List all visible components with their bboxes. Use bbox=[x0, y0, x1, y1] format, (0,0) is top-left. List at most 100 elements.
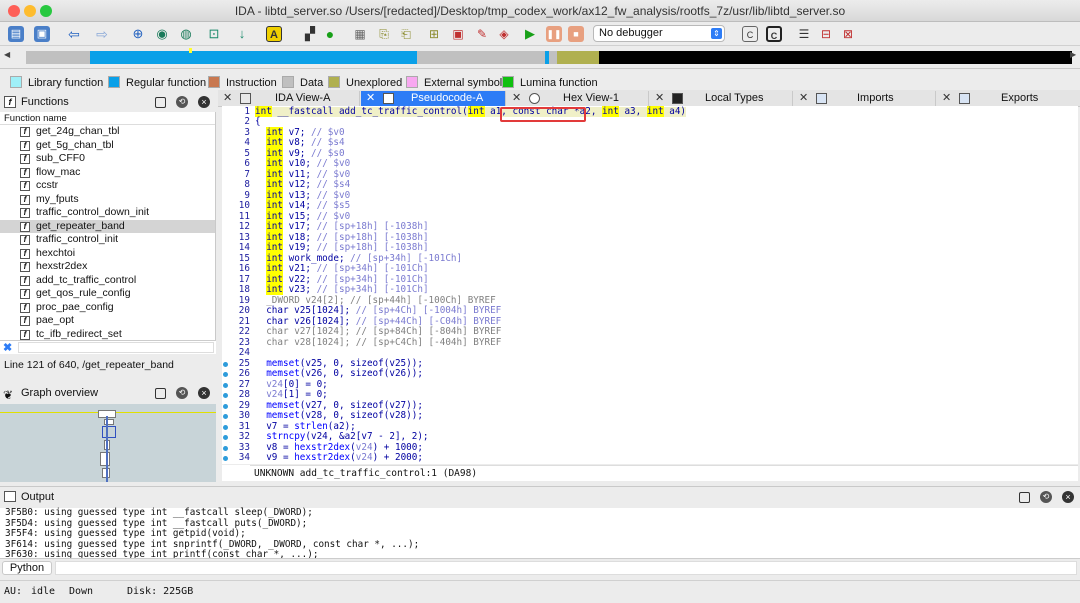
maximize-icon[interactable] bbox=[155, 388, 166, 399]
code-line[interactable]: 26 memset(v26, 0, sizeof(v26)); bbox=[222, 368, 1078, 380]
forward-icon[interactable]: ⇨ bbox=[94, 26, 110, 42]
nav-left-arrow-icon[interactable]: ◀ bbox=[4, 50, 10, 59]
run-icon[interactable]: ▶ bbox=[522, 26, 538, 42]
list-icon[interactable]: ☰ bbox=[796, 26, 812, 42]
close-icon[interactable]: × bbox=[198, 96, 210, 108]
nav-right-arrow-icon[interactable]: ▶ bbox=[1070, 50, 1076, 59]
tab-hex-view-1[interactable]: ✕ Hex View-1 bbox=[507, 91, 649, 106]
code-line[interactable]: 9 int v13; // $v0 bbox=[222, 189, 1078, 202]
maximize-icon[interactable] bbox=[1019, 492, 1030, 503]
struct-icon[interactable]: ▦ bbox=[352, 26, 368, 42]
code-line[interactable]: 23 char v28[1024]; // [sp+C4Ch] [-404h] … bbox=[222, 337, 1078, 349]
line-marker-icon[interactable] bbox=[223, 403, 228, 409]
open-icon[interactable]: ▤ bbox=[8, 26, 24, 42]
command-input[interactable] bbox=[55, 561, 1077, 575]
pseudocode-view[interactable]: 1 int __fastcall add_tc_traffic_control(i… bbox=[222, 106, 1078, 464]
tab-close-icon[interactable]: ✕ bbox=[942, 91, 951, 106]
function-list-item[interactable]: f pae_opt bbox=[0, 314, 215, 328]
function-list-item[interactable]: f flow_mac bbox=[0, 166, 215, 180]
line-marker-icon[interactable] bbox=[223, 361, 228, 367]
close-window-button[interactable] bbox=[8, 5, 20, 17]
function-list-item[interactable]: f get_5g_chan_tbl bbox=[0, 139, 215, 153]
code-line[interactable]: 28 v24[1] = 0; bbox=[222, 389, 1078, 401]
code-line[interactable]: 32 strncpy(v24, &a2[v7 - 2], 2); bbox=[222, 431, 1078, 443]
text-color-icon[interactable]: A bbox=[266, 26, 282, 42]
navigation-band[interactable]: ◀ ▶ bbox=[0, 46, 1080, 72]
line-marker-icon[interactable] bbox=[223, 393, 228, 398]
code-line[interactable]: 20 char v25[1024]; // [sp+4Ch] [-1004h] … bbox=[222, 305, 1078, 317]
tab-close-icon[interactable]: ✕ bbox=[512, 91, 521, 106]
function-list-item[interactable]: f ccstr bbox=[0, 179, 215, 193]
tab-close-icon[interactable]: ✕ bbox=[799, 91, 808, 106]
back-icon[interactable]: ⇦ bbox=[66, 26, 82, 42]
tab-ida-view-a[interactable]: ✕ IDA View-A bbox=[218, 91, 360, 106]
analysis-icon[interactable]: ◉ bbox=[154, 26, 170, 42]
function-list-item[interactable]: f get_qos_rule_config bbox=[0, 287, 215, 301]
graph-icon[interactable]: ▞ bbox=[302, 26, 318, 42]
tab-close-icon[interactable]: ✕ bbox=[366, 91, 375, 106]
save-icon[interactable]: ▣ bbox=[34, 26, 50, 42]
line-marker-icon[interactable] bbox=[223, 414, 228, 419]
tab-close-icon[interactable]: ✕ bbox=[223, 91, 232, 106]
function-list-item[interactable]: f my_fputs bbox=[0, 193, 215, 207]
output-log[interactable]: 3F5B0: using guessed type int __fastcall… bbox=[0, 507, 1080, 560]
tab-local-types[interactable]: ✕ Local Types bbox=[650, 91, 793, 106]
close-icon[interactable]: × bbox=[1062, 491, 1074, 503]
functions-list[interactable]: Function name f get_24g_chan_tbl f get_5g_c… bbox=[0, 112, 216, 340]
function-list-item[interactable]: f get_24g_chan_tbl bbox=[0, 125, 215, 139]
new-segment-icon[interactable]: ⊕ bbox=[130, 26, 146, 42]
stop-icon[interactable]: ■ bbox=[568, 26, 584, 42]
code-line[interactable]: 24 bbox=[222, 347, 1078, 359]
patch-icon[interactable]: ▣ bbox=[450, 26, 466, 42]
code-line[interactable]: 1 int __fastcall add_tc_traffic_control(i… bbox=[222, 106, 1078, 117]
code-line[interactable]: 6 int v10; // $v0 bbox=[222, 158, 1078, 170]
code-line[interactable]: 4 int v8; // $s4 bbox=[222, 137, 1078, 149]
code-line[interactable]: 34 v9 = hexstr2dex(v24) + 2000; bbox=[222, 452, 1078, 464]
bp-list-icon[interactable]: ⊟ bbox=[818, 26, 834, 42]
function-list-item[interactable]: f hexchtoi bbox=[0, 247, 215, 261]
close-icon[interactable]: × bbox=[198, 387, 210, 399]
function-list-item[interactable]: f sub_CFF0 bbox=[0, 152, 215, 166]
function-list-item[interactable]: f add_tc_traffic_control bbox=[0, 274, 215, 288]
line-marker-icon[interactable] bbox=[223, 424, 228, 430]
code-line[interactable]: 27 v24[0] = 0; bbox=[222, 379, 1078, 391]
trace-icon[interactable]: ⊠ bbox=[840, 26, 856, 42]
line-marker-icon[interactable] bbox=[223, 456, 228, 461]
stop-sign-icon[interactable]: ◈ bbox=[496, 26, 512, 42]
line-marker-icon[interactable] bbox=[223, 372, 228, 377]
function-list-item[interactable]: f tc_ifb_redirect_set bbox=[0, 328, 215, 341]
restore-icon[interactable]: ⟲ bbox=[1040, 491, 1052, 503]
function-list-item[interactable]: f proc_pae_config bbox=[0, 301, 215, 315]
function-list-item[interactable]: f hexstr2dex bbox=[0, 260, 215, 274]
breakpoint-icon[interactable]: ✎ bbox=[474, 26, 490, 42]
graph-overview-canvas[interactable] bbox=[0, 404, 216, 482]
tab-imports[interactable]: ✕ Imports bbox=[794, 91, 936, 106]
arrow-down-icon[interactable]: ↓ bbox=[234, 26, 250, 42]
line-marker-icon[interactable] bbox=[223, 435, 228, 440]
maximize-icon[interactable] bbox=[155, 97, 166, 108]
xrefs-icon[interactable]: ⊞ bbox=[426, 26, 442, 42]
tab-exports[interactable]: ✕ Exports bbox=[937, 91, 1080, 106]
filter-input[interactable] bbox=[18, 342, 214, 353]
filter-close-icon[interactable]: ✖ bbox=[3, 341, 12, 354]
attach-icon[interactable]: C bbox=[742, 26, 758, 42]
python-button[interactable]: Python bbox=[2, 561, 52, 575]
functions-filter-bar[interactable]: ✖ bbox=[0, 340, 216, 354]
line-marker-icon[interactable] bbox=[223, 382, 228, 388]
line-marker-icon[interactable] bbox=[223, 445, 228, 451]
lumina-icon[interactable]: ● bbox=[322, 26, 338, 42]
code-line[interactable]: 2{ bbox=[222, 116, 1078, 128]
debugger-select[interactable]: No debugger ⇕ bbox=[593, 25, 725, 42]
minimize-window-button[interactable] bbox=[24, 5, 36, 17]
names-icon[interactable]: ⎗ bbox=[398, 26, 414, 42]
follow-icon[interactable]: ◍ bbox=[178, 26, 194, 42]
zoom-window-button[interactable] bbox=[40, 5, 52, 17]
code-line[interactable]: 7 int v11; // $v0 bbox=[222, 168, 1078, 181]
function-name-column-header[interactable]: Function name bbox=[0, 112, 215, 125]
code-line[interactable]: 5 int v9; // $s0 bbox=[222, 147, 1078, 160]
function-list-item[interactable]: f traffic_control_down_init bbox=[0, 206, 215, 220]
code-line[interactable]: 3 int v7; // $v0 bbox=[222, 126, 1078, 139]
detach-icon[interactable]: C bbox=[766, 26, 782, 42]
tab-close-icon[interactable]: ✕ bbox=[655, 91, 664, 106]
code-line[interactable]: 30 memset(v28, 0, sizeof(v28)); bbox=[222, 410, 1078, 422]
